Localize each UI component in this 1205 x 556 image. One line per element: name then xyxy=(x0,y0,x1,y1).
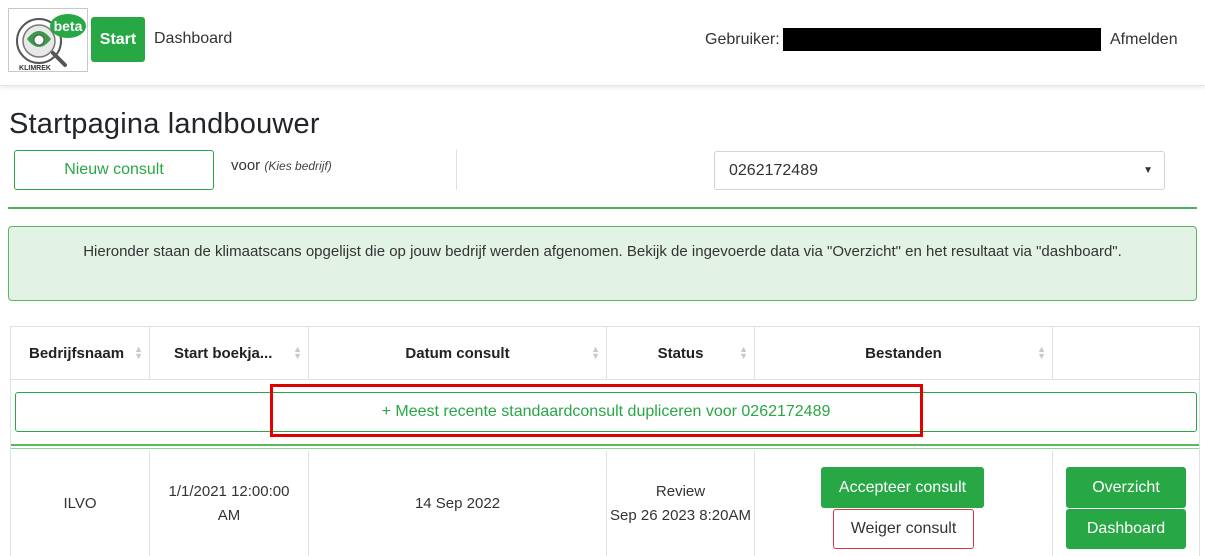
column-header-label: Bestanden xyxy=(865,344,942,362)
logo-text: KLIMREK xyxy=(19,65,51,72)
company-select-value: 0262172489 xyxy=(729,162,818,179)
column-header-bestanden[interactable]: Bestanden ▲ ▼ xyxy=(755,327,1053,379)
logout-link[interactable]: Afmelden xyxy=(1110,31,1178,49)
cell-actions: Overzicht Dashboard xyxy=(1053,451,1199,556)
column-header-label: Bedrijfsnaam xyxy=(29,344,125,362)
voor-text: voor xyxy=(231,157,261,174)
sort-icon: ▲ ▼ xyxy=(293,344,302,361)
sort-icon: ▲ ▼ xyxy=(739,344,748,361)
datum-consult-value: 14 Sep 2022 xyxy=(414,495,501,512)
toolbar-divider xyxy=(456,150,457,190)
column-header-datum-consult[interactable]: Datum consult ▲ ▼ xyxy=(309,327,607,379)
row-separator xyxy=(11,444,1199,446)
page-title: Startpagina landbouwer xyxy=(9,108,320,140)
cell-bestanden: Accepteer consult Weiger consult xyxy=(755,451,1053,556)
highlight-box xyxy=(270,384,923,437)
column-header-actions xyxy=(1053,327,1199,379)
sort-icon: ▲ ▼ xyxy=(134,344,143,361)
cell-start-boekjaar: 1/1/2021 12:00:00 AM xyxy=(150,451,309,556)
caret-down-icon: ▼ xyxy=(1143,165,1153,176)
column-header-status[interactable]: Status ▲ ▼ xyxy=(607,327,755,379)
status-date: Sep 26 2023 8:20AM xyxy=(610,507,751,524)
company-select[interactable]: 0262172489 ▼ xyxy=(714,151,1165,190)
nav-dashboard-link[interactable]: Dashboard xyxy=(154,30,232,48)
voor-label: voor (Kies bedrijf) xyxy=(231,157,332,174)
sort-icon: ▲ ▼ xyxy=(1037,344,1046,361)
overview-button[interactable]: Overzicht xyxy=(1066,467,1186,508)
accept-consult-button[interactable]: Accepteer consult xyxy=(821,467,984,508)
status-value: Review xyxy=(655,483,706,500)
column-header-label: Datum consult xyxy=(405,344,510,362)
column-header-bedrijfsnaam[interactable]: Bedrijfsnaam ▲ ▼ xyxy=(11,327,150,379)
cell-datum-consult: 14 Sep 2022 xyxy=(309,451,607,556)
column-header-label: Status xyxy=(657,344,704,362)
info-alert: Hieronder staan de klimaatscans opgelijs… xyxy=(8,226,1197,301)
redacted-username xyxy=(783,28,1101,51)
section-divider xyxy=(8,207,1197,209)
table-header-border xyxy=(11,379,1199,380)
user-label: Gebruiker: xyxy=(705,31,780,48)
start-boekjaar-line1: 1/1/2021 12:00:00 xyxy=(168,483,290,500)
new-consult-button[interactable]: Nieuw consult xyxy=(14,150,214,190)
start-button[interactable]: Start xyxy=(91,17,145,62)
info-alert-text: Hieronder staan de klimaatscans opgelijs… xyxy=(83,243,1122,260)
consults-table: Bedrijfsnaam ▲ ▼ Start boekja... ▲ ▼ Datum… xyxy=(10,326,1200,556)
column-header-start-boekjaar[interactable]: Start boekja... ▲ ▼ xyxy=(150,327,309,379)
logo-beta-badge: beta xyxy=(54,18,83,34)
cell-status: Review Sep 26 2023 8:20AM xyxy=(607,451,755,556)
klimrek-logo[interactable]: beta KLIMREK xyxy=(8,8,88,72)
column-header-label: Start boekja... xyxy=(174,344,273,362)
cell-bedrijfsnaam: ILVO xyxy=(11,451,150,556)
sort-icon: ▲ ▼ xyxy=(591,344,600,361)
navbar: beta KLIMREK Start Dashboard Gebruiker: … xyxy=(0,0,1205,86)
reject-consult-button[interactable]: Weiger consult xyxy=(833,509,974,549)
start-boekjaar-line2: AM xyxy=(217,507,241,524)
voor-hint: (Kies bedrijf) xyxy=(264,159,332,173)
bedrijfsnaam-value: ILVO xyxy=(63,495,97,512)
row-separator xyxy=(11,448,1199,449)
dashboard-button[interactable]: Dashboard xyxy=(1066,509,1186,549)
